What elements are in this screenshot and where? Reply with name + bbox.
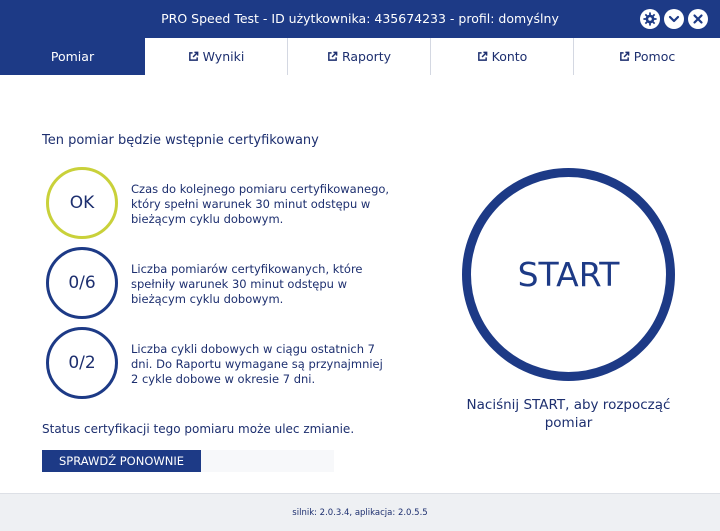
criterion-value: 0/6: [68, 273, 96, 293]
start-hint: Naciśnij START, aby rozpocząć pomiar: [466, 397, 671, 431]
version-info: silnik: 2.0.3.4, aplikacja: 2.0.5.5: [292, 507, 428, 518]
criterion-description: Liczba cykli dobowych w ciągu ostatnich …: [131, 342, 383, 386]
certification-status-note: Status certyfikacji tego pomiaru może ul…: [42, 422, 355, 436]
recheck-progress-track: [201, 450, 334, 472]
window-title: PRO Speed Test - ID użytkownika: 4356742…: [161, 11, 559, 26]
start-label: START: [517, 255, 620, 294]
criterion-value: OK: [69, 193, 95, 213]
title-bar: PRO Speed Test - ID użytkownika: 4356742…: [0, 0, 720, 38]
tab-wyniki[interactable]: Wyniki: [145, 38, 288, 75]
gear-icon: [643, 12, 657, 26]
criterion-description: Czas do kolejnego pomiaru certyfikowaneg…: [131, 182, 390, 226]
start-button[interactable]: START: [462, 168, 675, 381]
tab-pomoc[interactable]: Pomoc: [574, 38, 720, 75]
criterion-description: Liczba pomiarów certyfikowanych, które s…: [131, 262, 363, 306]
minimize-button[interactable]: [664, 9, 684, 29]
certification-title: Ten pomiar będzie wstępnie certyfikowany: [42, 133, 319, 148]
external-link-icon: [327, 51, 338, 62]
criterion-value: 0/2: [68, 353, 96, 373]
external-link-icon: [477, 51, 488, 62]
tab-label: Pomoc: [633, 49, 676, 64]
tab-label: Pomiar: [50, 49, 95, 64]
criterion-status-count: 0/6: [46, 247, 118, 319]
criterion-status-days: 0/2: [46, 327, 118, 399]
external-link-icon: [188, 51, 199, 62]
tab-label: Konto: [491, 49, 528, 64]
tab-bar: Pomiar Wyniki Raporty Konto Pomoc: [0, 38, 720, 75]
tab-konto[interactable]: Konto: [431, 38, 574, 75]
tab-label: Wyniki: [202, 49, 245, 64]
tab-raporty[interactable]: Raporty: [288, 38, 431, 75]
recheck-button[interactable]: SPRAWDŹ PONOWNIE: [42, 450, 201, 472]
tab-pomiar[interactable]: Pomiar: [0, 38, 145, 75]
tab-label: Raporty: [341, 49, 392, 64]
close-button[interactable]: [688, 9, 708, 29]
footer: silnik: 2.0.3.4, aplikacja: 2.0.5.5: [0, 493, 720, 531]
settings-button[interactable]: [640, 9, 660, 29]
close-icon: [693, 14, 703, 24]
external-link-icon: [619, 51, 630, 62]
chevron-down-icon: [668, 15, 680, 23]
criterion-status-ok: OK: [46, 167, 118, 239]
